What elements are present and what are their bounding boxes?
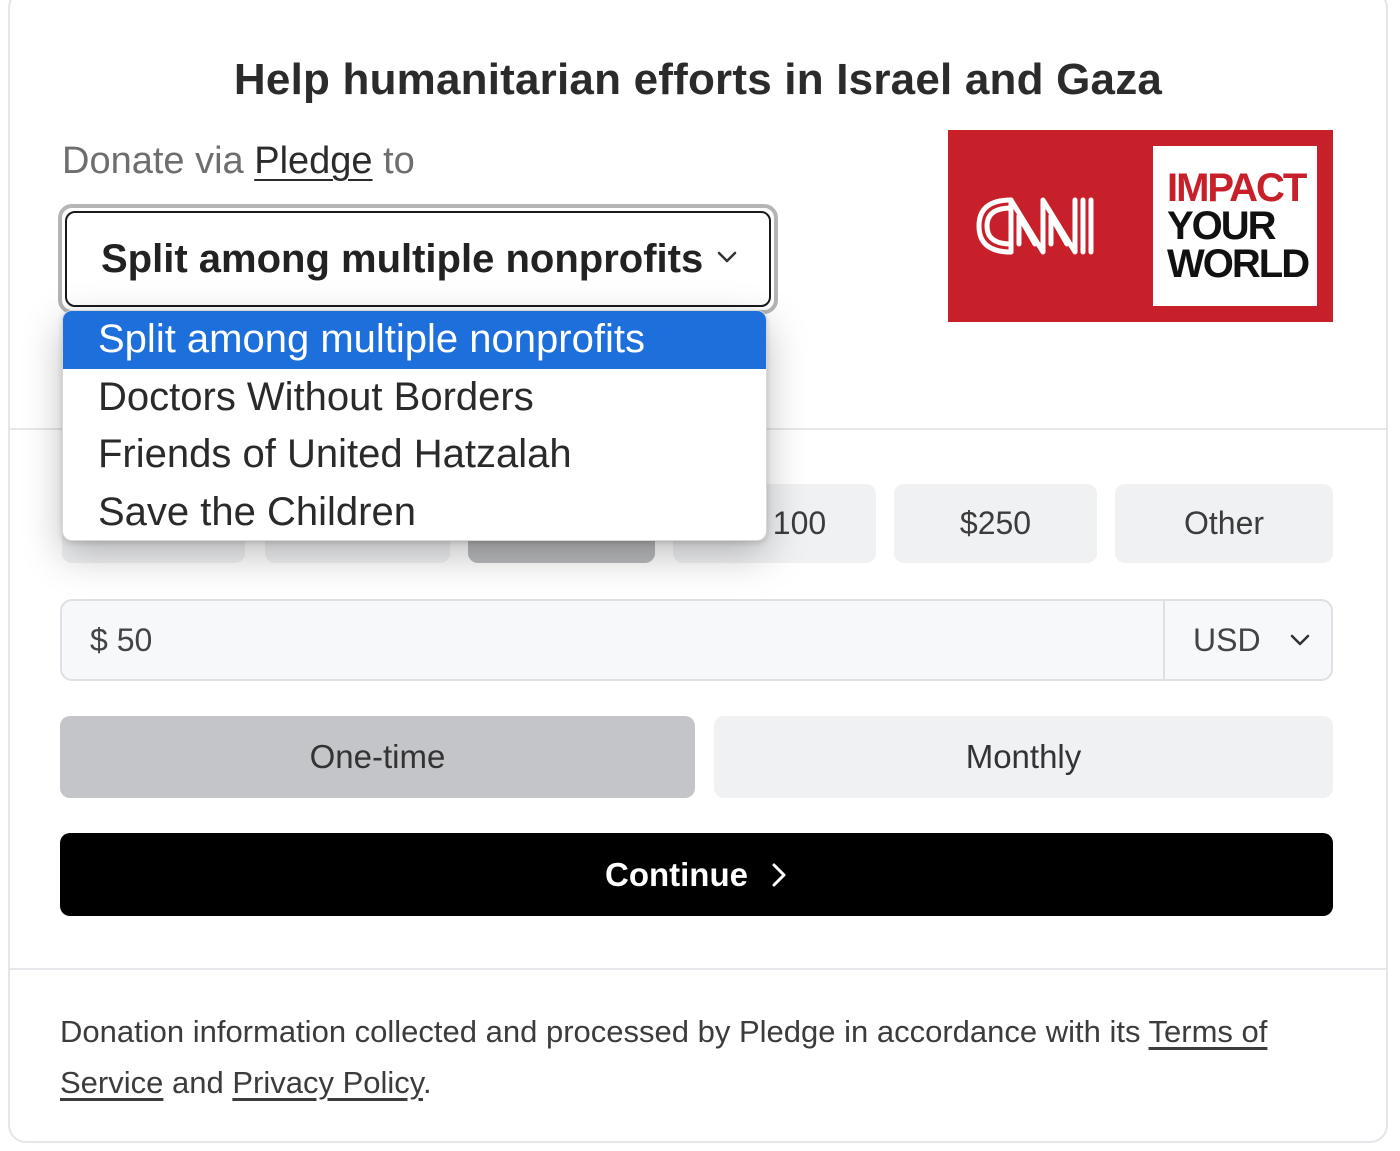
dropdown-option-split[interactable]: Split among multiple nonprofits <box>63 311 766 369</box>
footer-disclaimer: Donation information collected and proce… <box>60 1006 1340 1108</box>
amount-input-group: $ 50 USD <box>60 599 1333 681</box>
cnn-wordmark-icon <box>976 197 1093 255</box>
nonprofit-select[interactable]: Split among multiple nonprofits <box>58 204 778 314</box>
logo-line-impact: IMPACT <box>1167 166 1307 210</box>
monthly-button[interactable]: Monthly <box>714 716 1333 798</box>
logo-line-world: WORLD <box>1167 242 1310 286</box>
amount-option-other[interactable]: Other <box>1115 484 1333 563</box>
section-divider-bottom <box>10 968 1386 970</box>
amount-option-label: $250 <box>959 505 1032 541</box>
donate-via-label: Donate via Pledge to <box>62 140 415 183</box>
one-time-button[interactable]: One-time <box>60 716 695 798</box>
chevron-right-icon <box>772 863 786 886</box>
dropdown-option-doctors-without-borders[interactable]: Doctors Without Borders <box>63 369 766 427</box>
cnn-logo <box>948 130 1153 322</box>
continue-button[interactable]: Continue <box>60 833 1333 916</box>
footer-end: . <box>423 1065 432 1100</box>
cnn-impact-your-world-logo: IMPACT YOUR WORLD <box>948 130 1333 322</box>
chevron-down-icon <box>717 251 737 263</box>
continue-label: Continue <box>605 855 748 893</box>
donate-prefix: Donate via <box>62 140 244 182</box>
widget-title: Help humanitarian efforts in Israel and … <box>233 55 1163 104</box>
chevron-down-icon <box>1290 634 1309 646</box>
footer-and: and <box>172 1065 224 1100</box>
nonprofit-dropdown-list: Split among multiple nonprofits Doctors … <box>62 310 767 541</box>
dropdown-option-friends-of-united-hatzalah[interactable]: Friends of United Hatzalah <box>63 426 766 484</box>
dropdown-option-save-the-children[interactable]: Save the Children <box>63 484 766 541</box>
impact-your-world-badge: IMPACT YOUR WORLD <box>1153 146 1317 306</box>
currency-value: USD <box>1193 621 1261 658</box>
privacy-policy-link[interactable]: Privacy Policy <box>232 1065 423 1100</box>
pledge-link[interactable]: Pledge <box>254 140 372 182</box>
donate-suffix: to <box>383 140 415 182</box>
nonprofit-select-value: Split among multiple nonprofits <box>65 211 771 307</box>
amount-option-250[interactable]: $250 <box>894 484 1097 563</box>
amount-input[interactable]: $ 50 <box>62 601 1163 679</box>
currency-select[interactable]: USD <box>1163 601 1331 679</box>
amount-option-label: Other <box>1183 505 1265 541</box>
logo-line-your: YOUR <box>1167 204 1277 248</box>
footer-text: Donation information collected and proce… <box>60 1014 1141 1049</box>
